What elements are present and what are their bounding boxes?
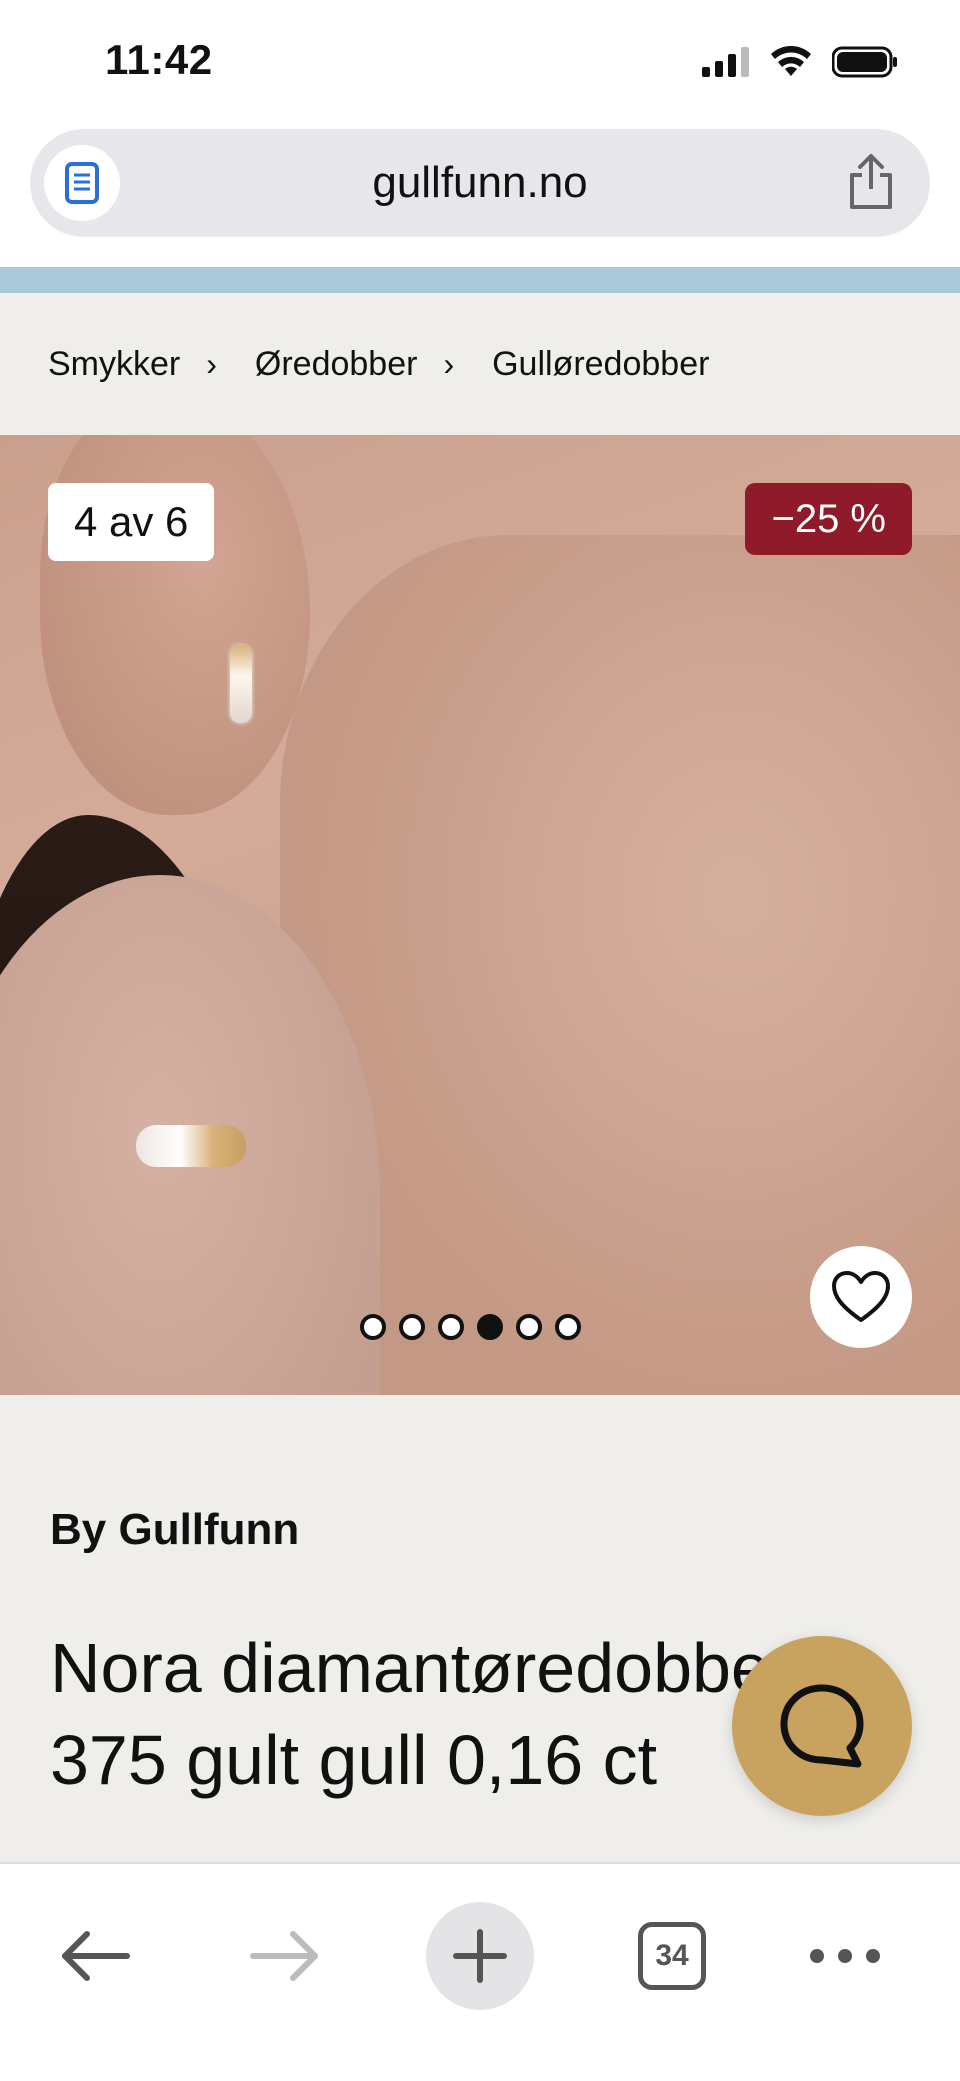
share-button[interactable] [840,151,902,213]
arrow-right-icon [250,1931,318,1981]
arrow-left-icon [62,1931,130,1981]
new-tab-button[interactable] [426,1902,534,2010]
breadcrumb-item-gulloredobber[interactable]: Gulløredobber [492,345,709,384]
favorite-button[interactable] [810,1246,912,1348]
back-button[interactable] [55,1902,135,2010]
product-photo-ring [136,1125,246,1167]
breadcrumb-separator: › [206,346,217,382]
tabs-icon: 34 [638,1922,706,1990]
browser-toolbar: 34 [0,1862,960,2081]
tab-count: 34 [655,1939,689,1972]
breadcrumb-item-oredobber[interactable]: Øredobber [255,345,418,384]
product-image-gallery[interactable] [0,435,960,1395]
reader-mode-icon [65,162,99,204]
gallery-pagination [360,1314,581,1340]
discount-badge: −25 % [745,483,912,555]
gallery-dot-6[interactable] [555,1314,581,1340]
breadcrumb: Smykker › Øredobber › Gulløredobber [48,345,709,384]
share-icon [850,154,892,209]
chat-bubble-icon [780,1684,864,1768]
plus-icon [453,1929,507,1983]
gallery-dot-4[interactable] [477,1314,503,1340]
status-time: 11:42 [105,36,213,83]
breadcrumb-item-smykker[interactable]: Smykker [48,345,180,384]
gallery-dot-1[interactable] [360,1314,386,1340]
product-photo-earring [230,645,252,723]
reader-mode-button[interactable] [44,145,120,221]
more-button[interactable] [805,1902,885,2010]
gallery-dot-5[interactable] [516,1314,542,1340]
more-dots-icon [810,1949,880,1963]
gallery-dot-3[interactable] [438,1314,464,1340]
chat-button[interactable] [732,1636,912,1816]
status-icons [702,46,898,78]
tabs-button[interactable]: 34 [636,1902,708,2010]
gallery-dot-2[interactable] [399,1314,425,1340]
browser-address-area: gullfunn.no [0,125,960,267]
url-text[interactable]: gullfunn.no [30,129,930,237]
site-accent-strip [0,267,960,293]
forward-button[interactable] [245,1902,325,2010]
battery-icon [832,46,897,78]
heart-icon [832,1271,890,1322]
gallery-counter: 4 av 6 [48,483,215,561]
wifi-icon [771,46,811,76]
breadcrumb-separator: › [443,346,455,382]
address-bar[interactable]: gullfunn.no [30,129,930,237]
signal-icon [702,47,749,77]
status-bar: 11:42 [0,0,960,125]
product-brand[interactable]: By Gullfunn [50,1505,299,1555]
